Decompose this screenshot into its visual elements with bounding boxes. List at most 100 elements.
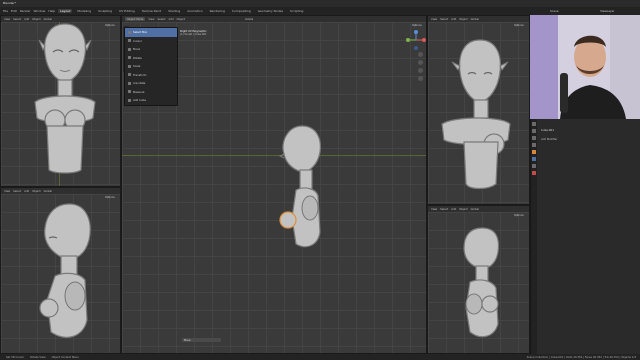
- tool-add-cube[interactable]: Add Cube: [125, 96, 177, 105]
- object-menu[interactable]: Object: [32, 18, 40, 21]
- tab-compositing[interactable]: Compositing: [230, 9, 253, 13]
- select-menu[interactable]: Select: [13, 190, 21, 193]
- transform-icon: [128, 73, 131, 77]
- object-menu[interactable]: Object: [32, 190, 40, 193]
- menu-window[interactable]: Window: [34, 9, 46, 13]
- modifier-tab-icon[interactable]: [532, 157, 536, 161]
- tab-layout[interactable]: Layout: [58, 9, 73, 13]
- tool-scale[interactable]: Scale: [125, 62, 177, 71]
- view-layer-name[interactable]: ViewLayer: [600, 9, 614, 13]
- tab-sculpting[interactable]: Sculpting: [96, 9, 114, 13]
- object-info-overlay: (1) Sculpt | Cube.001: [180, 33, 207, 36]
- add-cube-icon: [128, 98, 131, 102]
- add-menu[interactable]: Add: [451, 18, 456, 21]
- viewport-bottom-left[interactable]: View Select Add Object Global Options: [0, 187, 121, 354]
- tool-measure[interactable]: Measure: [125, 88, 177, 97]
- viewport-bottom-right[interactable]: View Select Add Object Global Options: [427, 205, 530, 354]
- add-modifier-button[interactable]: Add Modifier: [541, 138, 557, 141]
- object-tab-icon[interactable]: [532, 150, 536, 154]
- tool-rotate[interactable]: Rotate: [125, 54, 177, 63]
- status-hint-right: Object Context Menu: [51, 355, 79, 359]
- tool-move[interactable]: Move: [125, 45, 177, 54]
- webcam-overlay: [530, 15, 640, 119]
- tool-transform[interactable]: Transform: [125, 71, 177, 80]
- pan-icon[interactable]: [418, 60, 423, 65]
- scene-tab-icon[interactable]: [532, 143, 536, 147]
- presenter-image: [530, 15, 640, 119]
- app-title: Blender*: [3, 1, 17, 5]
- menu-bar: File Edit Render Window Help Layout Mode…: [0, 7, 530, 15]
- viewport-nav-buttons: [418, 52, 423, 92]
- transform-orientation[interactable]: Global: [44, 18, 52, 21]
- transform-orientation[interactable]: Global: [245, 18, 253, 21]
- render-tab-icon[interactable]: [532, 129, 536, 133]
- tool-select-box[interactable]: Select Box: [125, 28, 177, 37]
- title-bar: Blender*: [0, 0, 640, 7]
- transform-orientation[interactable]: Global: [471, 208, 479, 211]
- tool-tab-icon[interactable]: [532, 122, 536, 126]
- add-menu[interactable]: Add: [169, 18, 174, 21]
- navigation-gizmo[interactable]: [406, 30, 426, 50]
- status-hint-middle: Rotate View: [30, 355, 46, 359]
- object-menu[interactable]: Object: [459, 18, 467, 21]
- microphone-icon: [560, 73, 568, 113]
- mode-selector[interactable]: Object Mode: [125, 17, 146, 21]
- tab-scripting[interactable]: Scripting: [288, 9, 305, 13]
- view-menu[interactable]: View: [431, 208, 437, 211]
- options-label[interactable]: Options: [514, 214, 524, 217]
- scene-name[interactable]: Scene: [550, 9, 559, 13]
- measure-icon: [128, 90, 131, 94]
- select-menu[interactable]: Select: [13, 18, 21, 21]
- object-menu[interactable]: Object: [177, 18, 185, 21]
- camera-icon[interactable]: [418, 68, 423, 73]
- menu-render[interactable]: Render: [20, 9, 31, 13]
- material-tab-icon[interactable]: [532, 171, 536, 175]
- tab-rendering[interactable]: Rendering: [208, 9, 227, 13]
- select-menu[interactable]: Select: [440, 18, 448, 21]
- view-menu[interactable]: View: [148, 18, 154, 21]
- sculpt-front-angled-view: [441, 39, 511, 190]
- viewport-top-right[interactable]: View Select Add Object Global Options: [427, 15, 530, 205]
- sculpt-back-angled-view: [463, 227, 500, 338]
- viewport-center[interactable]: Object Mode View Select Add Object Globa…: [121, 15, 427, 354]
- menu-file[interactable]: File: [3, 9, 8, 13]
- object-name-field[interactable]: Cube.001: [541, 128, 554, 132]
- menu-help[interactable]: Help: [48, 9, 55, 13]
- sculpt-side-view: [278, 125, 321, 248]
- add-menu[interactable]: Add: [24, 18, 29, 21]
- view-menu[interactable]: View: [4, 18, 10, 21]
- options-label[interactable]: Options: [412, 24, 422, 27]
- output-tab-icon[interactable]: [532, 136, 536, 140]
- viewport-top-left[interactable]: View Select Add Object Global Options: [0, 15, 121, 187]
- options-label[interactable]: Options: [514, 24, 524, 27]
- tab-uv-editing[interactable]: UV Editing: [117, 9, 137, 13]
- options-label[interactable]: Options: [105, 196, 115, 199]
- options-label[interactable]: Options: [105, 24, 115, 27]
- select-menu[interactable]: Select: [158, 18, 166, 21]
- grid-toggle-icon[interactable]: [418, 76, 423, 81]
- add-menu[interactable]: Add: [451, 208, 456, 211]
- physics-tab-icon[interactable]: [532, 164, 536, 168]
- zoom-icon[interactable]: [418, 52, 423, 57]
- add-menu[interactable]: Add: [24, 190, 29, 193]
- tab-modeling[interactable]: Modeling: [75, 9, 93, 13]
- transform-orientation[interactable]: Global: [44, 190, 52, 193]
- menu-edit[interactable]: Edit: [11, 9, 17, 13]
- transform-orientation[interactable]: Global: [471, 18, 479, 21]
- select-menu[interactable]: Select: [440, 208, 448, 211]
- properties-tabs: [531, 119, 537, 354]
- tool-menu: Select Box Cursor Move Rotate Scale Tran…: [124, 27, 178, 106]
- last-operation-panel[interactable]: Move: [182, 338, 221, 342]
- scene-statistics: Scene Collection | Cube.001 | Verts 20,3…: [526, 355, 636, 359]
- tab-geometry-nodes[interactable]: Geometry Nodes: [256, 9, 285, 13]
- tool-annotate[interactable]: Annotate: [125, 79, 177, 88]
- view-menu[interactable]: View: [4, 190, 10, 193]
- tab-shading[interactable]: Shading: [166, 9, 182, 13]
- tab-texture-paint[interactable]: Texture Paint: [140, 9, 163, 13]
- annotate-icon: [128, 81, 131, 85]
- view-menu[interactable]: View: [431, 18, 437, 21]
- object-menu[interactable]: Object: [459, 208, 467, 211]
- tool-cursor[interactable]: Cursor: [125, 37, 177, 46]
- tab-animation[interactable]: Animation: [185, 9, 204, 13]
- properties-panel: Cube.001 Add Modifier: [530, 119, 640, 354]
